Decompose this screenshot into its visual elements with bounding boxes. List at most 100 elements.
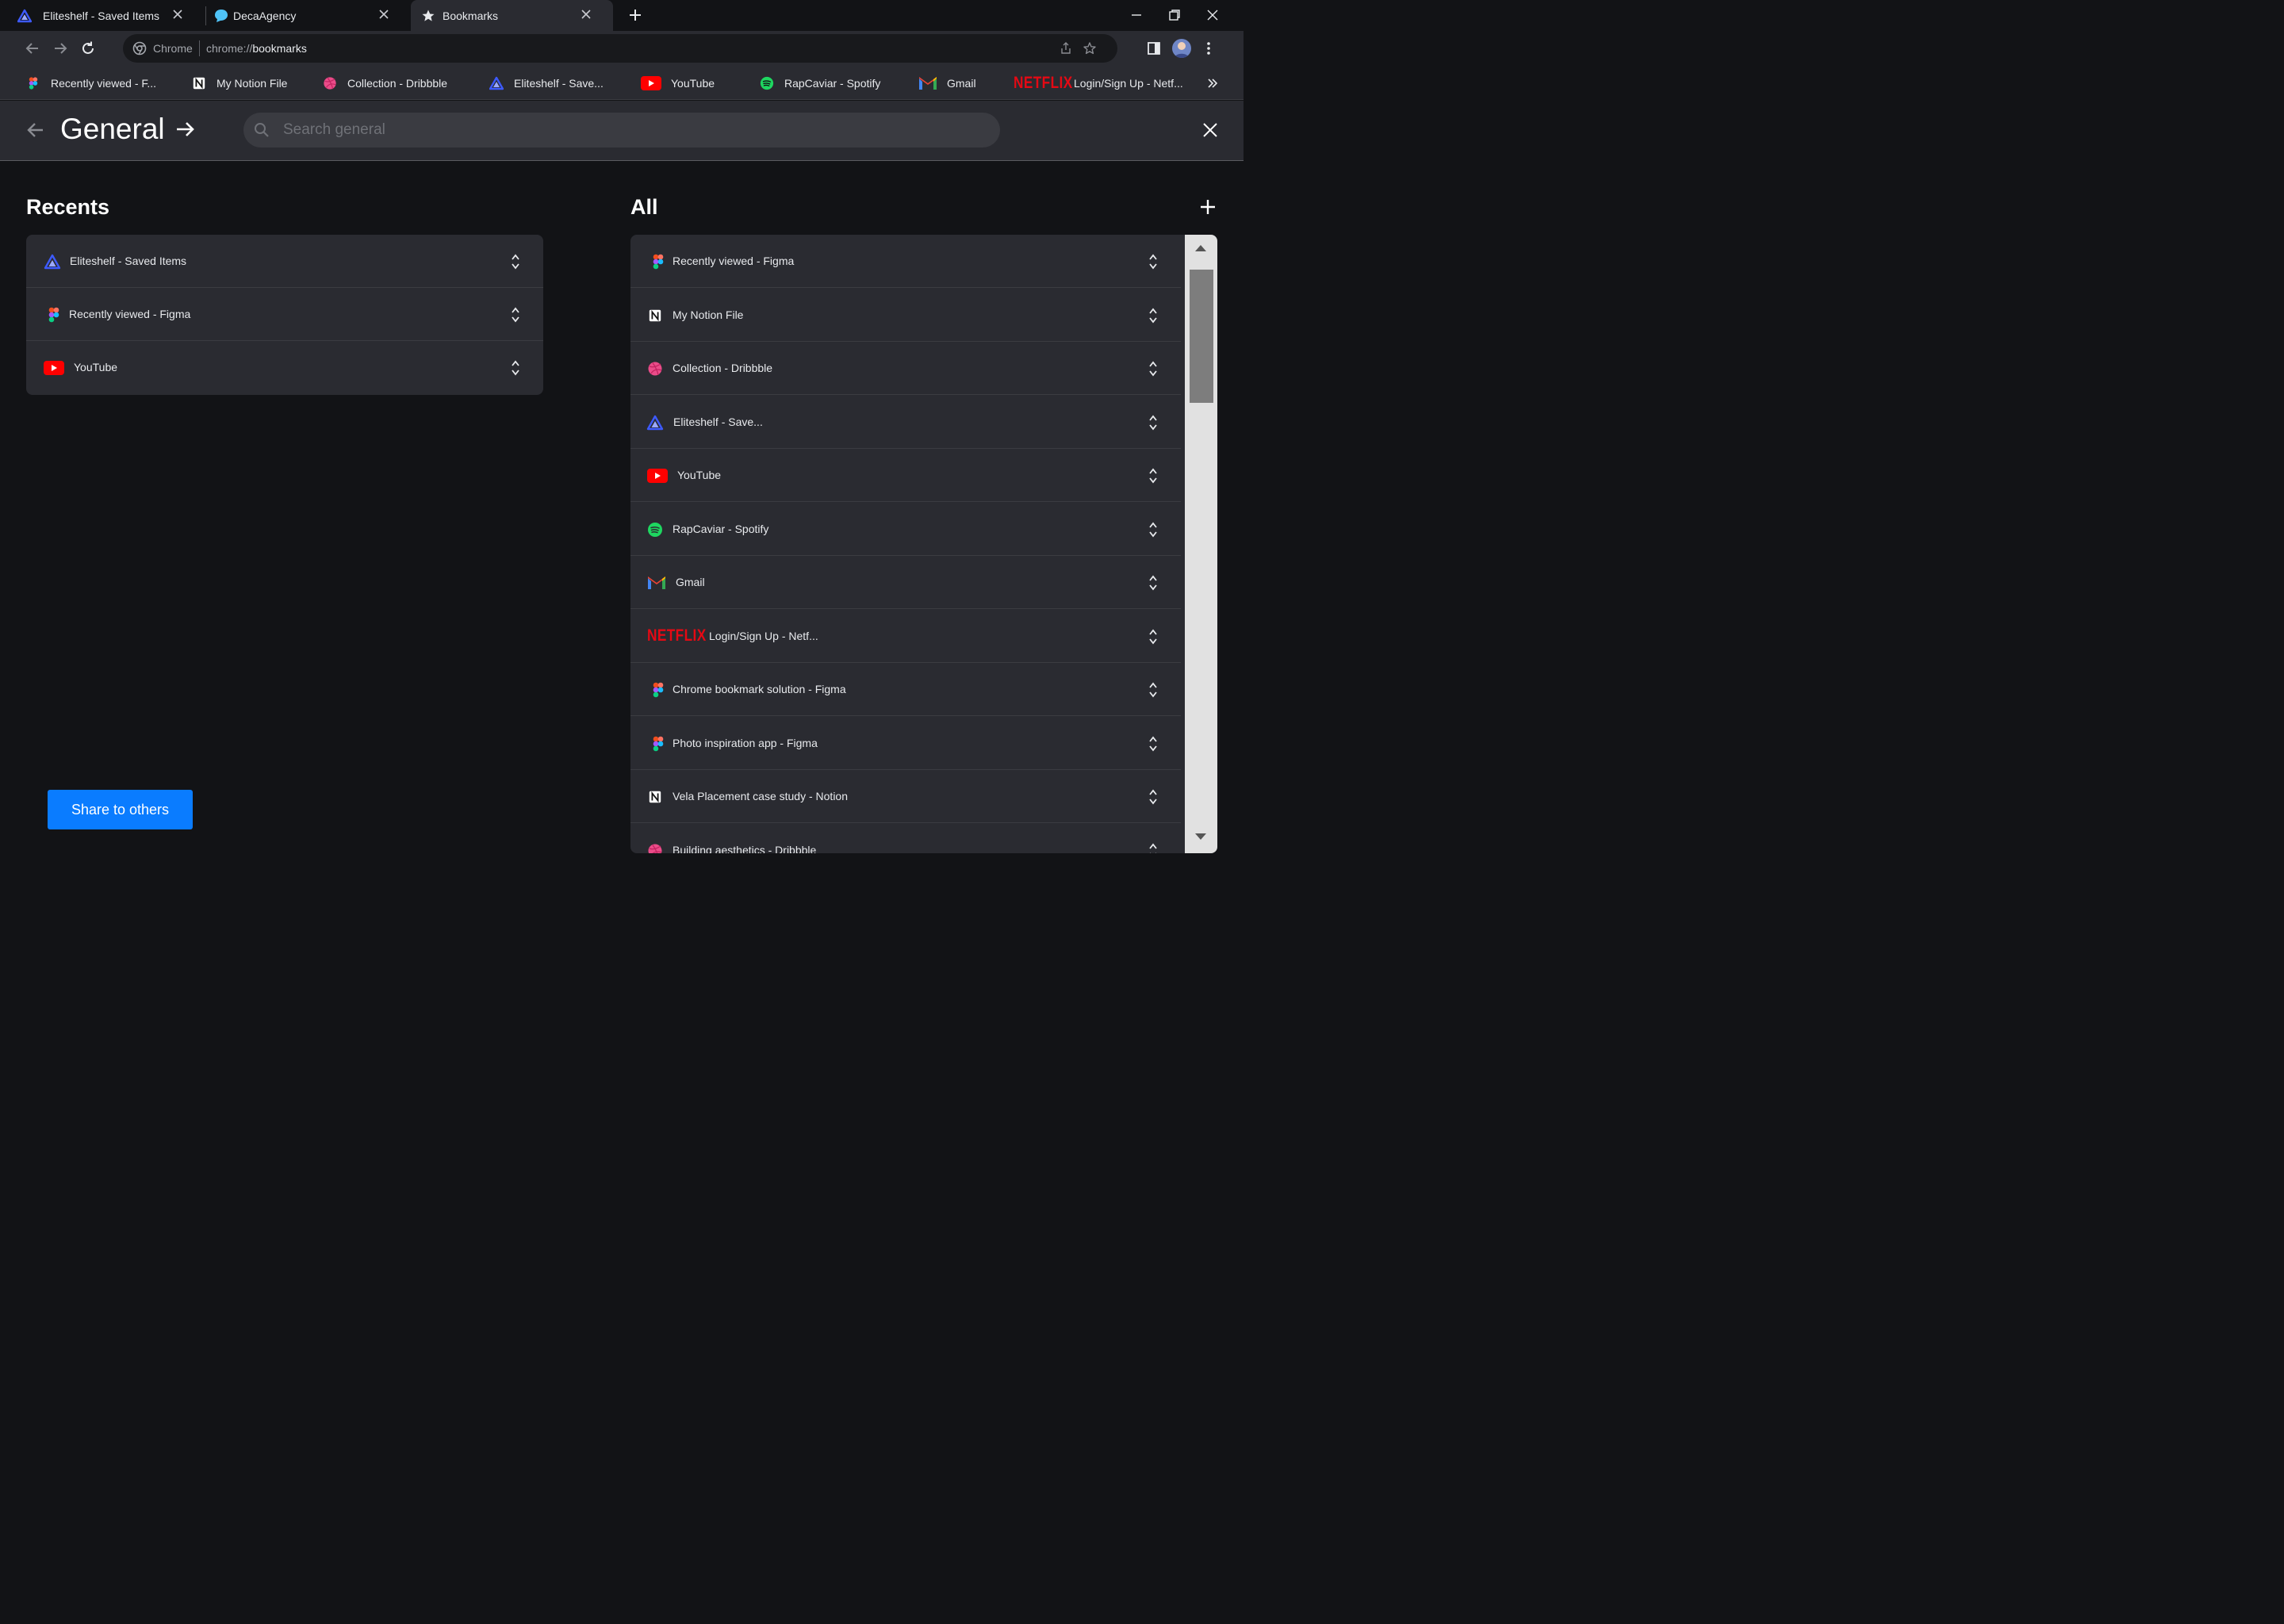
reorder-chevrons-icon[interactable] — [1148, 520, 1159, 539]
browser-toolbar: Chrome chrome://bookmarks — [0, 31, 1244, 66]
close-tab-icon[interactable] — [377, 8, 390, 21]
new-tab-icon[interactable] — [627, 7, 643, 23]
spotify-icon — [648, 522, 662, 537]
bookmark-bar-item-figma[interactable]: Recently viewed - F... — [25, 66, 156, 100]
all-item-figma[interactable]: Photo inspiration app - Figma — [630, 717, 1181, 770]
scrollbar-thumb[interactable] — [1190, 270, 1213, 403]
recent-item-figma[interactable]: Recently viewed - Figma — [26, 288, 543, 341]
youtube-icon — [647, 469, 668, 483]
all-item-label: RapCaviar - Spotify — [673, 522, 769, 535]
bookmark-bar-item-notion[interactable]: My Notion File — [191, 66, 287, 100]
omnibox[interactable]: Chrome chrome://bookmarks — [123, 34, 1117, 63]
reorder-chevrons-icon[interactable] — [1148, 359, 1159, 378]
bookmark-star-icon[interactable] — [1083, 41, 1097, 56]
all-item-figma[interactable]: Recently viewed - Figma — [630, 235, 1181, 288]
reorder-chevrons-icon[interactable] — [1148, 306, 1159, 325]
reorder-chevrons-icon[interactable] — [1148, 573, 1159, 592]
search-input[interactable] — [283, 113, 981, 147]
reorder-chevrons-icon[interactable] — [1148, 466, 1159, 485]
search-icon — [255, 123, 269, 137]
recent-item-eliteshelf[interactable]: Eliteshelf - Saved Items — [26, 235, 543, 288]
bookmark-bar-item-gmail[interactable]: Gmail — [918, 66, 976, 100]
page-title: General — [60, 113, 165, 145]
tab-bookmarks[interactable]: Bookmarks — [411, 0, 613, 31]
bookmark-bar-item-youtube[interactable]: YouTube — [641, 66, 715, 100]
tab-title: Eliteshelf - Saved Items — [43, 10, 160, 22]
bookmark-bar-label: Login/Sign Up - Netf... — [1074, 76, 1183, 90]
forward-icon[interactable] — [52, 40, 69, 57]
star-icon — [422, 10, 435, 21]
gmail-icon — [648, 576, 665, 589]
reorder-chevrons-icon[interactable] — [510, 305, 521, 324]
tab-strip: Eliteshelf - Saved Items DecaAgency Book… — [0, 0, 1244, 31]
tab-eliteshelf[interactable]: Eliteshelf - Saved Items — [0, 0, 205, 31]
eliteshelf-icon — [489, 76, 504, 90]
all-item-label: Building aesthetics - Dribbble — [673, 843, 817, 854]
scroll-up-icon[interactable] — [1194, 244, 1207, 252]
decaagency-icon — [215, 10, 228, 22]
bookmark-bar-item-spotify[interactable]: RapCaviar - Spotify — [759, 66, 880, 100]
all-item-eliteshelf[interactable]: Eliteshelf - Save... — [630, 396, 1181, 449]
reorder-chevrons-icon[interactable] — [1148, 787, 1159, 806]
all-item-spotify[interactable]: RapCaviar - Spotify — [630, 503, 1181, 556]
all-item-label: My Notion File — [673, 308, 744, 321]
scrollbar[interactable] — [1185, 235, 1217, 853]
menu-kebab-icon[interactable] — [1201, 40, 1217, 56]
reorder-chevrons-icon[interactable] — [1148, 413, 1159, 432]
reorder-chevrons-icon[interactable] — [1148, 627, 1159, 646]
eliteshelf-icon — [17, 9, 32, 23]
restore-icon[interactable] — [1167, 8, 1182, 22]
all-item-dribbble[interactable]: Building aesthetics - Dribbble — [630, 824, 1181, 854]
close-tab-icon[interactable] — [171, 8, 184, 21]
all-item-notion[interactable]: Vela Placement case study - Notion — [630, 770, 1181, 823]
reload-icon[interactable] — [79, 40, 97, 57]
forward-arrow-icon[interactable] — [174, 118, 197, 140]
close-icon[interactable] — [1201, 121, 1220, 140]
all-item-dribbble[interactable]: Collection - Dribbble — [630, 342, 1181, 395]
reorder-chevrons-icon[interactable] — [510, 358, 521, 377]
reorder-chevrons-icon[interactable] — [1148, 252, 1159, 271]
netflix-icon: NETFLIX — [1014, 73, 1073, 92]
back-icon[interactable] — [24, 40, 41, 57]
bookmark-bar-item-netflix[interactable]: NETFLIX Login/Sign Up - Netf... — [1014, 66, 1183, 100]
all-item-notion[interactable]: My Notion File — [630, 289, 1181, 342]
omnibox-url[interactable]: chrome://bookmarks — [206, 42, 307, 55]
avatar[interactable] — [1172, 39, 1191, 58]
figma-icon — [653, 254, 664, 270]
all-item-gmail[interactable]: Gmail — [630, 556, 1181, 609]
eliteshelf-icon — [44, 254, 61, 270]
recent-item-youtube[interactable]: YouTube — [26, 341, 543, 394]
omnibox-divider — [199, 40, 200, 56]
reorder-chevrons-icon[interactable] — [510, 252, 521, 271]
figma-icon — [653, 682, 664, 698]
bookmark-bar-label: Recently viewed - F... — [51, 76, 157, 90]
all-item-label: YouTube — [677, 469, 722, 481]
share-button[interactable]: Share to others — [48, 790, 193, 829]
close-tab-icon[interactable] — [580, 8, 592, 21]
recents-card: Eliteshelf - Saved Items Recently viewed… — [26, 235, 543, 395]
add-bookmark-icon[interactable] — [1199, 198, 1217, 216]
url-scheme: chrome:// — [206, 42, 253, 55]
reorder-chevrons-icon[interactable] — [1148, 734, 1159, 753]
bookmark-bar-label: RapCaviar - Spotify — [784, 76, 881, 90]
search-bar[interactable] — [243, 113, 1000, 147]
reorder-chevrons-icon[interactable] — [1148, 841, 1159, 854]
bookmark-bar-label: YouTube — [671, 76, 715, 90]
back-arrow-icon[interactable] — [25, 120, 46, 140]
side-panel-icon[interactable] — [1146, 40, 1162, 56]
tab-decaagency[interactable]: DecaAgency — [206, 0, 411, 31]
all-item-label: Eliteshelf - Save... — [673, 415, 763, 428]
bookmark-bar-item-dribbble[interactable]: Collection - Dribbble — [322, 66, 447, 100]
tab-title: DecaAgency — [233, 10, 297, 22]
close-window-icon[interactable] — [1205, 8, 1220, 22]
reorder-chevrons-icon[interactable] — [1148, 680, 1159, 699]
share-icon[interactable] — [1059, 41, 1073, 56]
all-item-netflix[interactable]: NETFLIX Login/Sign Up - Netf... — [630, 610, 1181, 663]
minimize-icon[interactable] — [1129, 8, 1144, 22]
bookmark-bar-item-eliteshelf[interactable]: Eliteshelf - Save... — [489, 66, 604, 100]
all-item-youtube[interactable]: YouTube — [630, 449, 1181, 502]
scroll-down-icon[interactable] — [1194, 833, 1207, 841]
all-item-figma[interactable]: Chrome bookmark solution - Figma — [630, 663, 1181, 716]
all-card: Recently viewed - Figma My Notion File C… — [630, 235, 1217, 853]
chevron-double-right-icon[interactable] — [1206, 77, 1219, 90]
